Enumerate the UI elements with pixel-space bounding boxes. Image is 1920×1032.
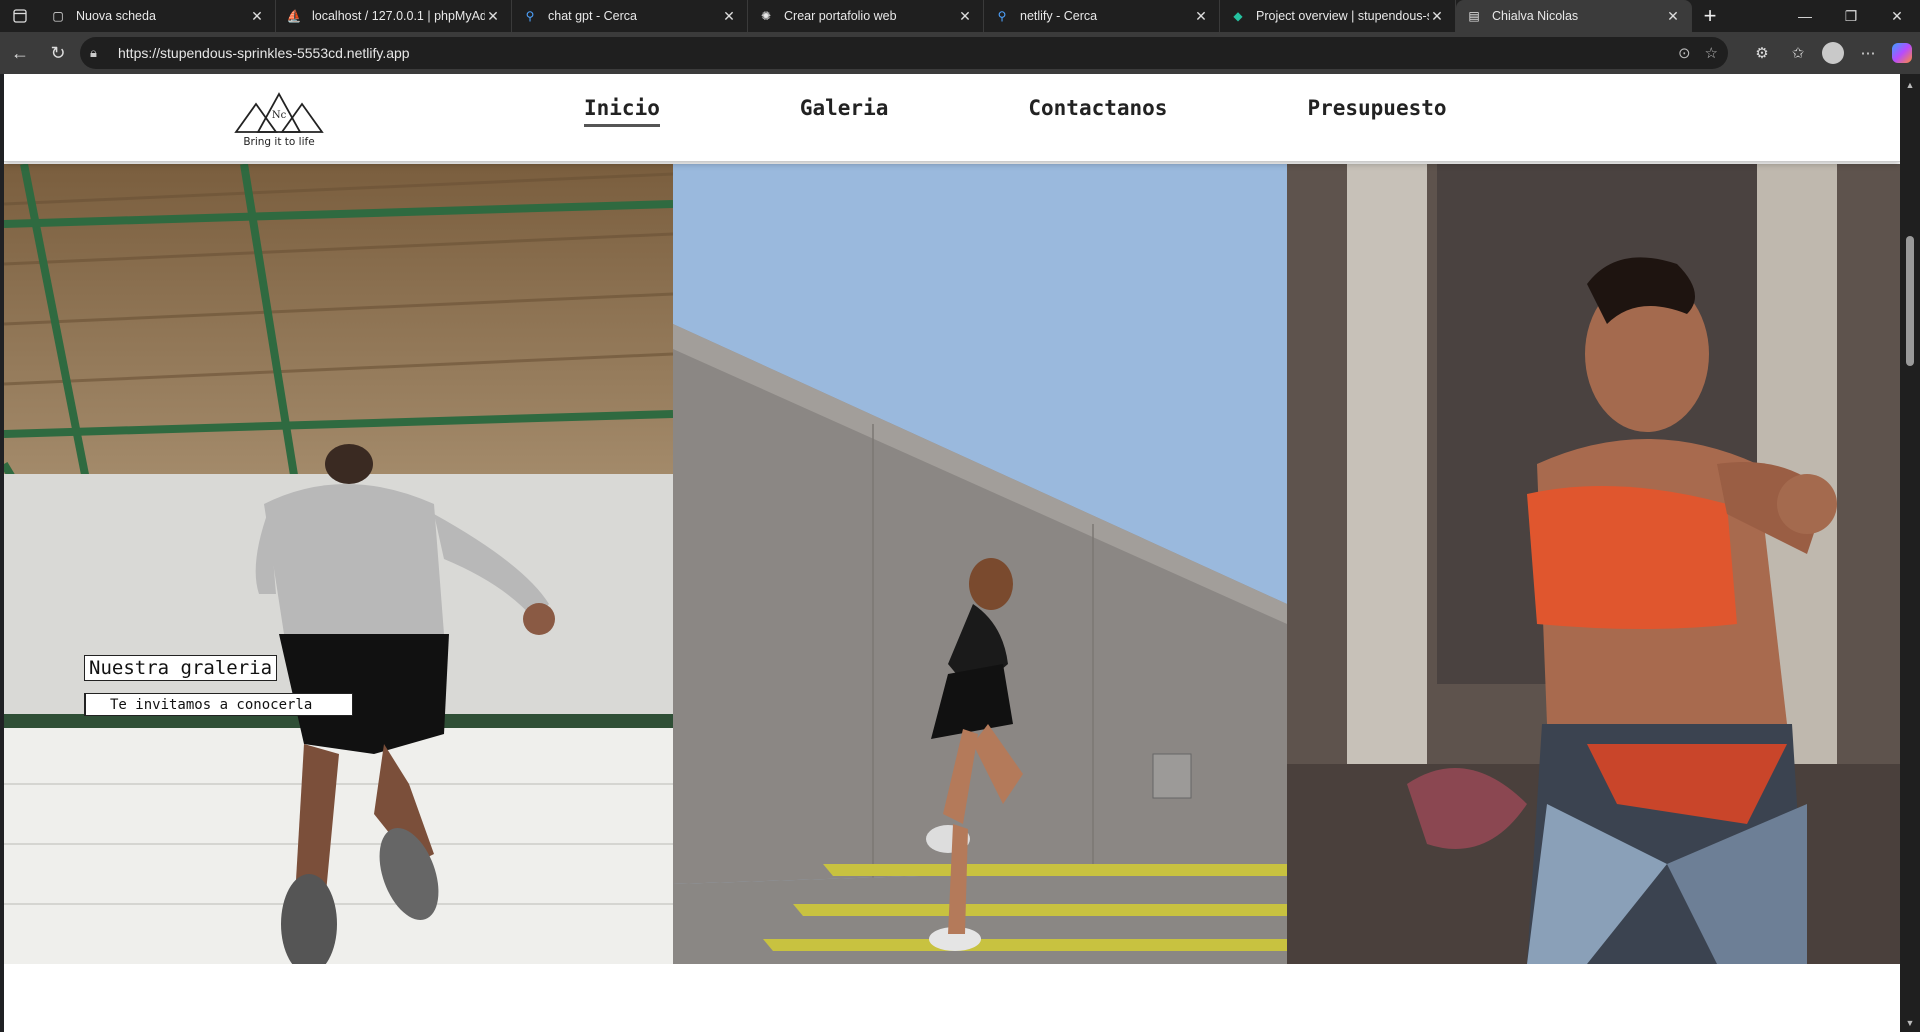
more-menu-icon[interactable]: ⋯ (1856, 41, 1880, 65)
hero-title: Nuestra graleria (84, 655, 278, 681)
main-nav: Inicio Galeria Contactanos Presupuesto (584, 96, 1447, 127)
tab-title: netlify - Cerca (1020, 9, 1098, 23)
back-button[interactable]: ← (2, 37, 38, 69)
logo-tagline: Bring it to life (243, 136, 315, 148)
gallery-image-athlete-portrait (1287, 164, 1900, 964)
profile-avatar[interactable] (1822, 42, 1844, 64)
page-icon: ▤ (1468, 9, 1480, 23)
copilot-icon[interactable] (1892, 43, 1912, 63)
scrollbar-thumb[interactable] (1906, 236, 1914, 366)
scroll-up-arrow-icon[interactable]: ▲ (1904, 80, 1916, 90)
close-tab-icon[interactable]: ✕ (1665, 8, 1681, 25)
hero-subtitle-button[interactable]: Te invitamos a conocerla (84, 693, 353, 716)
new-tab-button[interactable]: + (1692, 0, 1728, 32)
gallery-image-runner-woman (673, 164, 1287, 964)
scroll-down-arrow-icon[interactable]: ▼ (1904, 1018, 1916, 1028)
close-tab-icon[interactable]: ✕ (957, 8, 973, 25)
browser-tab[interactable]: ⛵ localhost / 127.0.0.1 | phpMyAdm ✕ (276, 0, 512, 32)
address-toolbar: ← ↻ 🔒︎ https://stupendous-sprinkles-5553… (0, 32, 1920, 74)
browser-tab[interactable]: ▢ Nuova scheda ✕ (40, 0, 276, 32)
tab-title: Chialva Nicolas (1492, 9, 1579, 23)
tab-title: Project overview | stupendous-sp (1256, 9, 1429, 23)
gallery-image-runner-man (4, 164, 673, 964)
chatgpt-icon: ✺ (760, 9, 772, 23)
hero-gallery: Nuestra graleria Te invitamos a conocerl… (4, 164, 1900, 964)
search-icon: ⚲ (525, 9, 535, 23)
tab-actions-button[interactable] (0, 0, 40, 32)
netlify-icon: ◆ (1233, 9, 1243, 23)
runner-man-photo (4, 164, 673, 964)
mountains-logo-icon: Nc (234, 92, 324, 133)
nav-galeria[interactable]: Galeria (800, 96, 889, 127)
reader-mode-icon[interactable]: ⊙ (1678, 44, 1691, 62)
page-viewport: Nc Bring it to life Inicio Galeria Conta… (4, 74, 1900, 1032)
reload-button[interactable]: ↻ (40, 37, 76, 69)
address-bar[interactable]: 🔒︎ https://stupendous-sprinkles-5553cd.n… (80, 37, 1728, 69)
browser-tab[interactable]: ⚲ chat gpt - Cerca ✕ (512, 0, 748, 32)
page-scrollbar[interactable]: ▲ ▼ (1900, 74, 1920, 1032)
favorites-icon[interactable]: ✩ (1786, 41, 1810, 65)
tab-title: Nuova scheda (76, 9, 156, 23)
page-icon: ▢ (52, 9, 64, 23)
minimize-icon[interactable]: — (1782, 0, 1828, 32)
url-text[interactable]: https://stupendous-sprinkles-5553cd.netl… (118, 45, 410, 61)
browser-tab-active[interactable]: ▤ Chialva Nicolas ✕ (1456, 0, 1692, 32)
tab-actions-icon (13, 9, 27, 23)
tab-title: localhost / 127.0.0.1 | phpMyAdm (312, 9, 485, 23)
tab-strip: ▢ Nuova scheda ✕ ⛵ localhost / 127.0.0.1… (0, 0, 1920, 32)
close-tab-icon[interactable]: ✕ (485, 8, 501, 25)
nav-contactanos[interactable]: Contactanos (1028, 96, 1167, 127)
close-tab-icon[interactable]: ✕ (1193, 8, 1209, 25)
logo-mark: Nc (272, 110, 287, 121)
browser-tab[interactable]: ✺ Crear portafolio web ✕ (748, 0, 984, 32)
close-tab-icon[interactable]: ✕ (721, 8, 737, 25)
extensions-icon[interactable]: ⚙ (1750, 41, 1774, 65)
tab-title: Crear portafolio web (784, 9, 897, 23)
restore-icon[interactable]: ❐ (1828, 0, 1874, 32)
close-tab-icon[interactable]: ✕ (1429, 8, 1445, 25)
back-arrow-icon: ← (11, 42, 29, 63)
nav-inicio[interactable]: Inicio (584, 96, 660, 127)
athlete-portrait-photo (1287, 164, 1900, 964)
window-controls: — ❐ ✕ (1782, 0, 1920, 32)
site-logo[interactable]: Nc Bring it to life (234, 88, 324, 148)
browser-tab[interactable]: ⚲ netlify - Cerca ✕ (984, 0, 1220, 32)
tab-title: chat gpt - Cerca (548, 9, 637, 23)
lock-icon: 🔒︎ (90, 45, 97, 60)
close-tab-icon[interactable]: ✕ (249, 8, 265, 25)
reload-icon: ↻ (50, 42, 66, 63)
search-icon: ⚲ (997, 9, 1007, 23)
nav-presupuesto[interactable]: Presupuesto (1307, 96, 1446, 127)
close-window-icon[interactable]: ✕ (1874, 0, 1920, 32)
browser-tab[interactable]: ◆ Project overview | stupendous-sp ✕ (1220, 0, 1456, 32)
favorite-star-icon[interactable]: ☆ (1705, 44, 1718, 62)
runner-woman-photo (673, 164, 1287, 964)
site-header: Nc Bring it to life Inicio Galeria Conta… (4, 74, 1900, 162)
phpmyadmin-icon: ⛵ (286, 9, 302, 23)
